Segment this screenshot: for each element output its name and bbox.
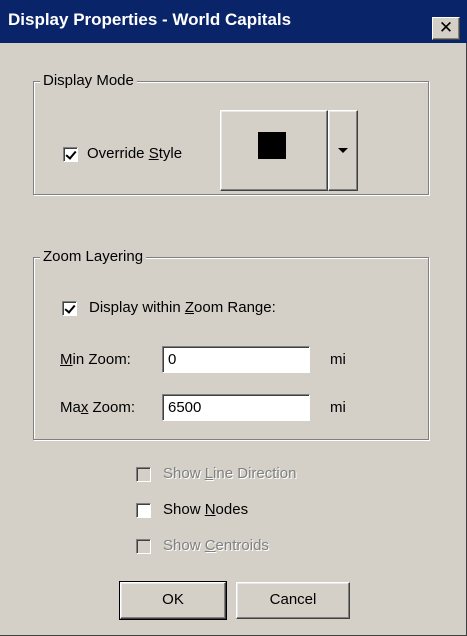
- display-mode-group: Display Mode Override Style: [33, 72, 429, 195]
- zoom-layering-group: Zoom Layering Display within Zoom Range:…: [33, 248, 429, 440]
- override-style-label-text: Override: [87, 145, 149, 162]
- ok-button[interactable]: OK: [119, 581, 227, 620]
- override-style-checkbox[interactable]: [63, 147, 78, 162]
- style-swatch-button[interactable]: [220, 110, 328, 191]
- display-within-label-text-rest: oom Range:: [194, 299, 276, 316]
- override-style-label-text-rest: tyle: [158, 145, 183, 162]
- max-zoom-label-text: Ma: [60, 399, 81, 416]
- cancel-button[interactable]: Cancel: [236, 582, 350, 619]
- display-within-zoom-range-label[interactable]: Display within Zoom Range:: [89, 299, 276, 316]
- title-bar[interactable]: Display Properties - World Capitals ✕: [0, 0, 467, 43]
- show-nodes-label-text: Show: [163, 501, 205, 518]
- min-zoom-label-text-rest: in Zoom:: [72, 351, 131, 368]
- show-centroids-label-text-rest: entroids: [215, 537, 269, 554]
- show-centroids-label-text: Show: [163, 537, 205, 554]
- show-centroids-label[interactable]: Show Centroids: [163, 537, 269, 554]
- min-zoom-mnemonic: M: [60, 351, 73, 368]
- show-line-direction-mnemonic: L: [204, 465, 214, 482]
- show-nodes-label[interactable]: Show Nodes: [163, 501, 248, 518]
- close-button[interactable]: ✕: [432, 17, 460, 40]
- show-line-direction-checkbox[interactable]: [136, 467, 151, 482]
- min-zoom-label: Min Zoom:: [60, 351, 131, 368]
- show-line-direction-label[interactable]: Show Line Direction: [163, 465, 296, 482]
- show-nodes-checkbox[interactable]: [136, 503, 151, 518]
- style-color-swatch: [258, 132, 286, 159]
- display-within-mnemonic: Z: [184, 299, 195, 316]
- display-within-zoom-range-checkbox[interactable]: [62, 301, 77, 316]
- show-line-direction-label-text-rest: ine Direction: [213, 465, 297, 482]
- style-dropdown-button[interactable]: [328, 110, 358, 191]
- zoom-layering-group-label: Zoom Layering: [40, 248, 147, 265]
- override-style-mnemonic: S: [148, 145, 159, 162]
- window-title: Display Properties - World Capitals: [8, 10, 292, 29]
- show-centroids-checkbox[interactable]: [136, 539, 151, 554]
- max-zoom-label-text-rest: Zoom:: [88, 399, 136, 416]
- min-zoom-unit: mi: [330, 351, 346, 368]
- max-zoom-unit: mi: [330, 399, 346, 416]
- display-mode-group-label: Display Mode: [40, 72, 137, 89]
- show-nodes-mnemonic: N: [204, 501, 216, 518]
- max-zoom-label: Max Zoom:: [60, 399, 135, 416]
- display-within-label-text: Display within: [89, 299, 185, 316]
- show-line-direction-label-text: Show: [163, 465, 205, 482]
- max-zoom-input[interactable]: 6500: [162, 394, 310, 421]
- override-style-label[interactable]: Override Style: [87, 145, 182, 162]
- show-centroids-mnemonic: C: [204, 537, 216, 554]
- min-zoom-input[interactable]: 0: [162, 346, 310, 373]
- display-properties-dialog: Display Properties - World Capitals ✕ Di…: [0, 0, 467, 636]
- chevron-down-icon: [338, 148, 348, 153]
- close-icon: ✕: [438, 18, 454, 37]
- show-nodes-label-text-rest: odes: [215, 501, 249, 518]
